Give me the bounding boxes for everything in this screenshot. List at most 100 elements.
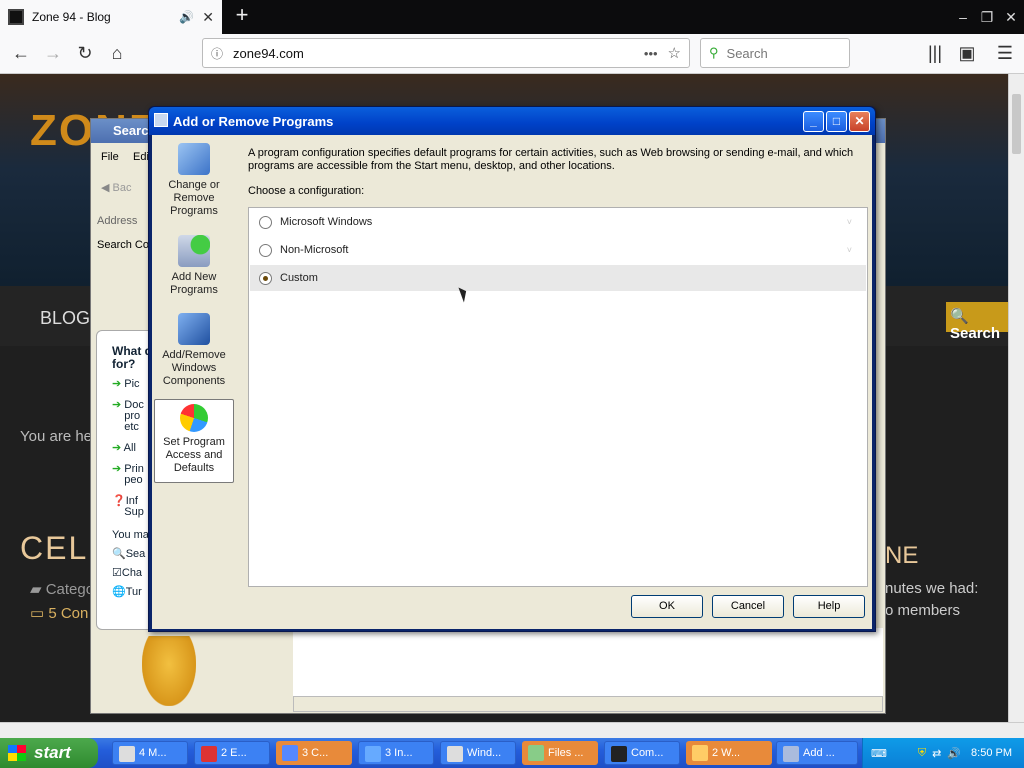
expand-chevron-icon[interactable]: ˅ [847, 245, 852, 255]
menu-icon[interactable]: ☰ [990, 38, 1020, 68]
keyboard-icon[interactable]: ⌨ [871, 747, 887, 760]
network-icon[interactable]: ⇄ [932, 747, 941, 760]
search-window-hscrollbar[interactable] [293, 696, 883, 712]
minimize-icon[interactable]: – [952, 6, 974, 28]
post-title-right[interactable]: NE [885, 542, 918, 570]
task-item[interactable]: 3 C... [276, 741, 352, 765]
sidebar-item-program-access[interactable]: Set Program Access and Defaults [154, 399, 234, 483]
cancel-button[interactable]: Cancel [712, 595, 784, 618]
option-non-microsoft[interactable]: Non-Microsoft ˅ [250, 237, 866, 263]
comment-icon: ▭ [30, 605, 49, 622]
radio-non-microsoft[interactable] [259, 243, 272, 257]
favicon-icon [8, 9, 24, 25]
option-microsoft-windows[interactable]: Microsoft Windows ˅ [250, 209, 866, 235]
dialog-title-bar[interactable]: Add or Remove Programs [149, 107, 875, 135]
what-heading: What d for? [112, 344, 152, 371]
address-label: Address [97, 215, 138, 227]
option-documents[interactable]: ➔ Doc pro etc [112, 400, 149, 433]
task-item[interactable]: Com... [604, 741, 680, 765]
menu-file[interactable]: File [101, 151, 119, 163]
system-tray: ⌨ ⛨ ⇄ 🔊 8:50 PM [862, 738, 1024, 768]
add-new-programs-icon [178, 235, 210, 267]
new-tab-button[interactable]: + [230, 4, 254, 28]
task-icon [365, 746, 381, 762]
home-button[interactable]: ⌂ [102, 38, 132, 68]
scroll-thumb[interactable] [1012, 94, 1021, 154]
extra-turn[interactable]: 🌐Tur [112, 587, 149, 598]
clock[interactable]: 8:50 PM [971, 747, 1012, 759]
sidebar-item-label: Change or Remove Programs [168, 179, 220, 217]
page-horizontal-scrollbar[interactable] [0, 722, 1024, 738]
green-arrow-icon: ➔ [112, 399, 125, 411]
task-item[interactable]: 3 In... [358, 741, 434, 765]
speaker-icon[interactable]: 🔊 [179, 10, 194, 24]
task-item[interactable]: Wind... [440, 741, 516, 765]
folder-icon: ▰ [30, 581, 46, 598]
bookmark-star-icon[interactable]: ☆ [668, 44, 681, 62]
close-window-icon[interactable]: ✕ [1000, 6, 1022, 28]
search-bar[interactable]: ⚲ Search [700, 38, 850, 68]
close-tab-icon[interactable]: ✕ [202, 9, 214, 26]
sidebar-icon[interactable]: ▣ [952, 38, 982, 68]
add-remove-programs-dialog: Add or Remove Programs _ □ ✕ Change or R… [148, 106, 876, 632]
post-comments[interactable]: ▭ 5 Con [30, 604, 88, 622]
start-label: start [34, 743, 71, 762]
radio-microsoft-windows[interactable] [259, 215, 272, 229]
option-pictures[interactable]: ➔ Pic [112, 379, 149, 390]
reload-button[interactable]: ↻ [70, 38, 100, 68]
forward-button[interactable]: → [38, 38, 68, 68]
info-icon[interactable]: ⓘ [211, 45, 223, 62]
back-button-xp[interactable]: ◀ Bac [101, 181, 131, 194]
dialog-close-button[interactable]: ✕ [849, 111, 870, 132]
sidebar-item-add-new[interactable]: Add New Programs [154, 235, 234, 297]
help-button[interactable]: Help [793, 595, 865, 618]
page-vertical-scrollbar[interactable] [1008, 74, 1024, 722]
dialog-minimize-button[interactable]: _ [803, 111, 824, 132]
extra-search[interactable]: 🔍Sea [112, 549, 149, 560]
dialog-body: Change or Remove Programs Add New Progra… [152, 135, 872, 629]
tab-title: Zone 94 - Blog [32, 10, 111, 24]
search-options[interactable]: ➔ Pic ➔ Doc pro etc ➔ All ➔ Prin peo ❓In… [112, 379, 149, 598]
nav-blog-link[interactable]: BLOG [40, 308, 90, 329]
green-arrow-icon: ➔ [112, 442, 124, 454]
option-all[interactable]: ➔ All [112, 443, 149, 454]
volume-icon[interactable]: 🔊 [947, 747, 961, 760]
page-actions-icon[interactable]: ••• [644, 46, 658, 61]
shield-icon[interactable]: ⛨ [918, 747, 926, 760]
browser-tab[interactable]: Zone 94 - Blog 🔊 ✕ [0, 0, 222, 34]
radio-custom[interactable] [259, 271, 272, 285]
expand-chevron-icon[interactable]: ˅ [847, 217, 852, 227]
restore-icon[interactable]: ❐ [976, 6, 998, 28]
option-printers[interactable]: ➔ Prin peo [112, 464, 149, 486]
green-arrow-icon: ➔ [112, 463, 125, 475]
url-bar[interactable]: ⓘ zone94.com ••• ☆ [202, 38, 690, 68]
dialog-sidebar: Change or Remove Programs Add New Progra… [152, 135, 236, 629]
back-button[interactable]: ← [6, 38, 36, 68]
ok-button[interactable]: OK [631, 595, 703, 618]
search-companion-label: Search Co [97, 239, 149, 251]
search-engine-icon[interactable]: ⚲ [709, 45, 719, 61]
option-custom[interactable]: Custom [250, 265, 866, 291]
sidebar-item-label: Set Program Access and Defaults [163, 436, 225, 474]
breadcrumb: You are he [20, 428, 93, 445]
task-item[interactable]: 4 M... [112, 741, 188, 765]
dialog-content: A program configuration specifies defaul… [236, 135, 872, 629]
sidebar-item-windows-components[interactable]: Add/Remove Windows Components [154, 313, 234, 388]
extra-change[interactable]: ☑Cha [112, 568, 149, 579]
site-search-button[interactable]: 🔍Search [946, 302, 1008, 342]
task-item[interactable]: Files ... [522, 741, 598, 765]
task-icon [119, 746, 135, 762]
change-remove-icon [178, 143, 210, 175]
task-item[interactable]: 2 W... [686, 741, 772, 765]
library-icon[interactable]: ||| [920, 38, 950, 68]
task-item[interactable]: 2 E... [194, 741, 270, 765]
programs-icon [154, 113, 168, 127]
back-arrow-icon: ◀ [101, 182, 113, 194]
menu-edit[interactable]: Edi [133, 151, 149, 163]
sidebar-item-change-remove[interactable]: Change or Remove Programs [154, 143, 234, 218]
dialog-maximize-button[interactable]: □ [826, 111, 847, 132]
option-info[interactable]: ❓Inf Sup [112, 496, 149, 518]
excerpt-line-2: o members [885, 602, 961, 619]
task-item[interactable]: Add ... [776, 741, 858, 765]
search-dog-icon[interactable] [142, 636, 196, 706]
